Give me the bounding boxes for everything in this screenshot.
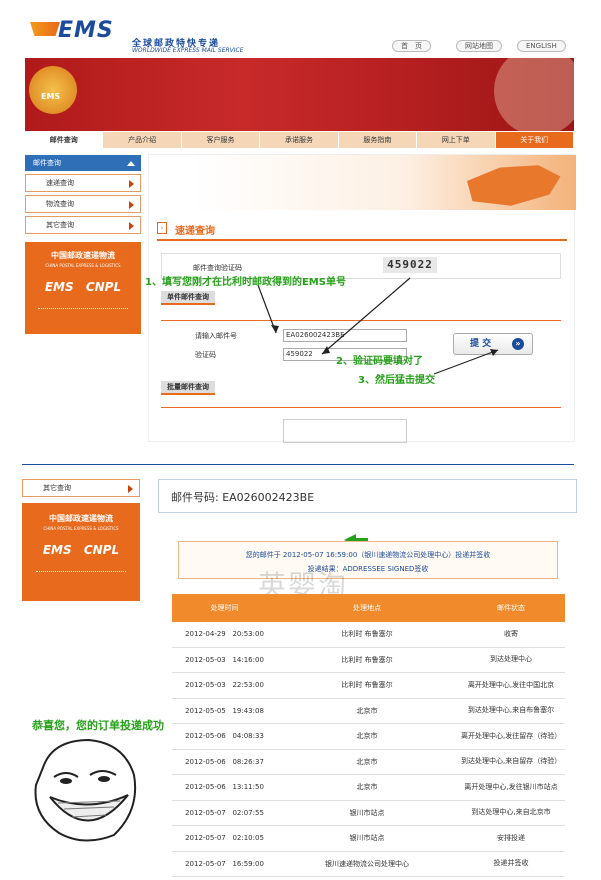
header-place: 处理地点 xyxy=(353,604,381,612)
row-datetime: 2012-04-29 20:53:00 xyxy=(185,630,264,639)
delivery-notice: 您的邮件于 2012-05-07 16:59:00（银川速递物流公司处理中心）投… xyxy=(178,541,558,579)
promo-cn-2: 中国邮政速递物流 xyxy=(49,514,113,523)
annotation-step2: 2、验证码要填对了 xyxy=(336,356,423,367)
annotation-step1: 1、填写您刚才在比利时邮政得到的EMS单号 xyxy=(145,277,346,288)
row-status: 安排投递 xyxy=(497,833,525,842)
sidebar-item-other-2[interactable]: 其它查询 xyxy=(22,479,140,497)
arrow-step2 xyxy=(321,277,411,355)
promo-en-2: CHINA POSTAL EXPRESS & LOGISTICS xyxy=(43,526,119,531)
table-row: 2012-05-06 13:11:50 北京市 离开处理中心,发往银川市站点 xyxy=(172,775,565,801)
table-row: 2012-05-06 08:26:37 北京市 到达处理中心,来自留存（待验） xyxy=(172,750,565,775)
table-row: 2012-05-07 02:10:05 银川市站点 安排投递 xyxy=(172,826,565,852)
result-title: 邮件号码: EA026002423BE xyxy=(171,491,315,504)
promo-ems-2: EMS xyxy=(42,543,72,557)
row-status: 到达处理中心,来自布鲁塞尔 xyxy=(467,706,555,715)
row-datetime: 2012-05-06 13:11:50 xyxy=(185,783,264,792)
row-status: 离开处理中心,发往留存（待验） xyxy=(461,731,562,740)
congrats-text: 恭喜您，您的订单投递成功 xyxy=(32,719,164,732)
table-row: 2012-05-07 16:59:00 银川速递物流公司处理中心 投递并签收 xyxy=(172,852,565,877)
section-separator xyxy=(22,464,574,465)
row-place: 比利时 布鲁塞尔 xyxy=(341,630,393,639)
table-row: 2012-04-29 20:53:00 比利时 布鲁塞尔 收寄 xyxy=(172,622,565,648)
row-status: 到达处理中心 xyxy=(490,655,532,664)
row-status: 收寄 xyxy=(504,629,518,638)
row-status: 投递并签收 xyxy=(493,859,529,868)
row-place: 北京市 xyxy=(356,732,378,741)
notice-line1: 您的邮件于 2012-05-07 16:59:00（银川速递物流公司处理中心）投… xyxy=(245,551,491,559)
table-header: 处理时间 处理地点 邮件状态 xyxy=(172,594,565,622)
table-row: 2012-05-06 04:08:33 北京市 离开处理中心,发往留存（待验） xyxy=(172,724,565,750)
tracking-table: 处理时间 处理地点 邮件状态 2012-04-29 20:53:00 比利时 布鲁… xyxy=(172,594,565,877)
table-row: 2012-05-03 14:16:00 比利时 布鲁塞尔 到达处理中心 xyxy=(172,648,565,673)
row-place: 银川市站点 xyxy=(349,834,385,843)
table-row: 2012-05-05 19:43:08 北京市 到达处理中心,来自布鲁塞尔 xyxy=(172,699,565,724)
row-status: 离开处理中心,发往银川市站点 xyxy=(464,782,558,791)
row-datetime: 2012-05-03 14:16:00 xyxy=(185,655,264,664)
table-row: 2012-05-07 02:07:55 银川市站点 到达处理中心,来自北京市 xyxy=(172,801,565,826)
promo-cnpl-2: CNPL xyxy=(83,543,120,557)
row-datetime: 2012-05-07 02:07:55 xyxy=(185,808,264,817)
result-title-box: 邮件号码: EA026002423BE xyxy=(158,479,577,513)
row-place: 比利时 布鲁塞尔 xyxy=(341,655,393,664)
trollface-icon xyxy=(34,738,137,842)
arrow-step3 xyxy=(433,349,499,375)
row-datetime: 2012-05-05 19:43:08 xyxy=(185,706,264,715)
promo-panel-2[interactable]: 中国邮政速递物流 CHINA POSTAL EXPRESS & LOGISTIC… xyxy=(22,503,140,601)
row-place: 比利时 布鲁塞尔 xyxy=(341,681,393,690)
annotation-step3: 3、然后猛击提交 xyxy=(358,375,435,386)
row-datetime: 2012-05-07 16:59:00 xyxy=(185,859,264,868)
row-place: 北京市 xyxy=(356,757,378,766)
row-status: 离开处理中心,发往中国北京 xyxy=(467,680,555,689)
row-datetime: 2012-05-06 04:08:33 xyxy=(185,732,264,741)
result-sidebar: 其它查询 中国邮政速递物流 CHINA POSTAL EXPRESS & LOG… xyxy=(22,479,140,601)
row-place: 北京市 xyxy=(356,783,378,792)
row-place: 银川速递物流公司处理中心 xyxy=(325,859,409,868)
row-place: 银川市站点 xyxy=(349,808,385,817)
row-datetime: 2012-05-03 22:53:00 xyxy=(185,681,264,690)
row-place: 北京市 xyxy=(356,706,378,715)
table-row: 2012-05-03 22:53:00 比利时 布鲁塞尔 离开处理中心,发往中国北京 xyxy=(172,673,565,699)
header-time: 处理时间 xyxy=(210,604,239,612)
row-status: 到达处理中心,来自留存（待验） xyxy=(461,757,562,766)
row-datetime: 2012-05-06 08:26:37 xyxy=(185,757,264,766)
row-status: 到达处理中心,来自北京市 xyxy=(471,808,551,817)
header-status: 邮件状态 xyxy=(497,604,525,612)
arrow-right-icon xyxy=(128,485,133,493)
promo-strip-2 xyxy=(36,571,126,581)
row-datetime: 2012-05-07 02:10:05 xyxy=(185,834,264,843)
notice-line2: 投递结果：ADDRESSEE SIGNED签收 xyxy=(307,565,429,573)
